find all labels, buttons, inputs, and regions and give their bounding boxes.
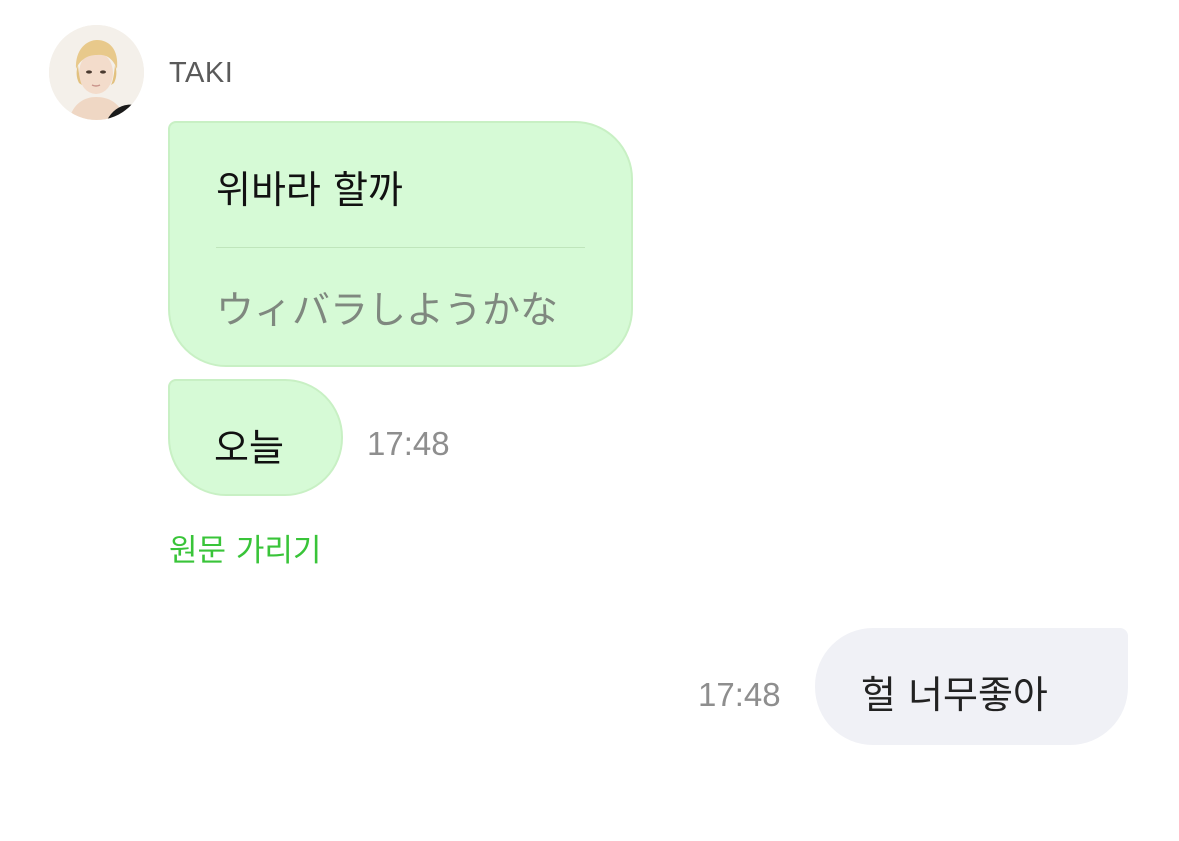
message-bubble-outgoing[interactable]: 헐 너무좋아 [815, 628, 1128, 745]
translation-divider [216, 247, 585, 248]
message-bubble[interactable]: 오늘 [168, 379, 343, 496]
profile-photo-icon [49, 25, 144, 120]
message-original-text: 위바라 할까 [216, 168, 403, 212]
sender-avatar[interactable] [49, 25, 144, 120]
hide-original-link[interactable]: 원문 가리기 [169, 525, 321, 570]
message-timestamp-outgoing: 17:48 [698, 676, 781, 713]
message-bubble-translated[interactable]: 위바라 할까 ウィバラしようかな [168, 121, 633, 367]
message-text-outgoing: 헐 너무좋아 [861, 673, 1048, 717]
message-translation-text: ウィバラしようかな [216, 288, 559, 332]
sender-name: TAKI [169, 57, 234, 89]
message-timestamp: 17:48 [367, 425, 450, 462]
message-text: 오늘 [214, 426, 284, 470]
chat-screen: TAKI 위바라 할까 ウィバラしようかな 오늘 17:48 원문 가리기 17… [0, 0, 1179, 841]
